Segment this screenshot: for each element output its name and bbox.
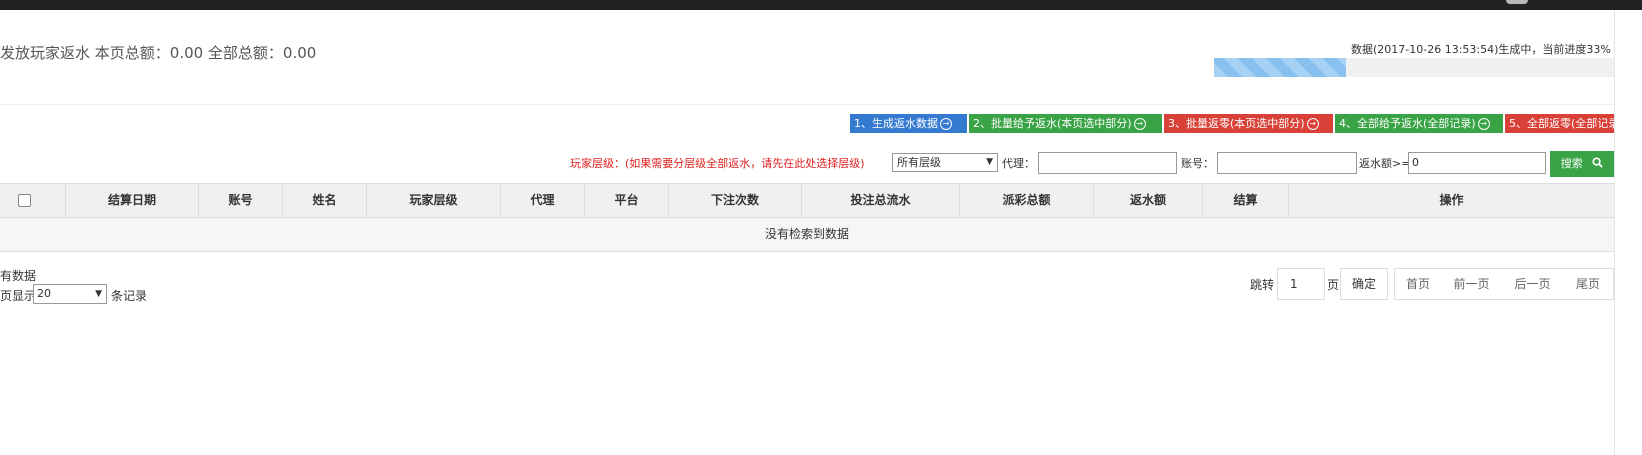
- per-page-select[interactable]: 20 ▼: [33, 284, 107, 304]
- last-page-button[interactable]: 尾页: [1563, 268, 1614, 300]
- col-name[interactable]: 姓名: [283, 184, 367, 217]
- account-input[interactable]: [1217, 152, 1357, 174]
- generate-rebate-label: 1、生成返水数据: [854, 117, 938, 130]
- divider: [0, 104, 1614, 105]
- col-agent[interactable]: 代理: [501, 184, 585, 217]
- progress-status-text: 数据(2017-10-26 13:53:54)生成中，当前进度33%: [1351, 43, 1611, 56]
- col-account[interactable]: 账号: [199, 184, 283, 217]
- arrow-circle-right-icon: →: [1477, 118, 1490, 130]
- batch-give-rebate-button[interactable]: 2、批量给予返水(本页选中部分) →: [969, 114, 1162, 133]
- arrow-circle-right-icon: →: [1133, 118, 1146, 130]
- search-button-label: 搜索: [1560, 157, 1583, 170]
- col-bet-count[interactable]: 下注次数: [669, 184, 802, 217]
- arrow-circle-right-icon: →: [1306, 118, 1319, 130]
- prev-page-button[interactable]: 前一页: [1441, 268, 1503, 300]
- top-navbar: [0, 0, 1642, 10]
- zero-all-rebate-button[interactable]: 5、全部返零(全部记录)→: [1505, 114, 1614, 133]
- caret-down-icon: ▼: [986, 157, 993, 167]
- jump-confirm-button[interactable]: 确定: [1340, 268, 1388, 300]
- table-empty-row: 没有检索到数据: [0, 218, 1614, 252]
- col-platform[interactable]: 平台: [585, 184, 669, 217]
- rebate-min-input[interactable]: 0: [1408, 152, 1546, 174]
- rebate-min-label: 返水额>=: [1359, 157, 1411, 170]
- col-payout-total[interactable]: 派彩总额: [960, 184, 1094, 217]
- player-level-label: 玩家层级：(如果需要分层级全部返水，请先在此处选择层级): [570, 157, 865, 170]
- jump-page-input[interactable]: 1: [1277, 268, 1325, 300]
- zero-all-rebate-label: 5、全部返零(全部记录): [1509, 117, 1614, 130]
- col-settlement[interactable]: 结算: [1203, 184, 1289, 217]
- scroll-gutter: [1614, 10, 1642, 455]
- caret-down-icon: ▼: [95, 289, 102, 299]
- col-rebate-amount[interactable]: 返水额: [1094, 184, 1203, 217]
- generate-rebate-button[interactable]: 1、生成返水数据 →: [850, 114, 967, 133]
- search-button[interactable]: 搜索: [1550, 151, 1614, 177]
- batch-zero-rebate-label: 3、批量返零(本页选中部分): [1168, 117, 1305, 130]
- jump-unit: 页: [1327, 278, 1340, 292]
- progress-bar-fill: [1214, 58, 1346, 77]
- player-level-select[interactable]: 所有层级 ▼: [892, 153, 998, 172]
- first-page-button[interactable]: 首页: [1394, 268, 1442, 300]
- agent-input[interactable]: [1038, 152, 1177, 174]
- jump-label: 跳转: [1250, 278, 1275, 292]
- per-page-value: 20: [37, 287, 51, 300]
- page-title: 发放玩家返水 本页总额：0.00 全部总额：0.00: [0, 44, 317, 62]
- col-actions: 操作: [1439, 193, 1464, 207]
- record-info: 有数据: [0, 269, 37, 283]
- player-level-value: 所有层级: [897, 156, 941, 169]
- select-all-checkbox[interactable]: [18, 194, 31, 207]
- give-all-rebate-label: 4、全部给予返水(全部记录): [1339, 117, 1476, 130]
- avatar[interactable]: [1506, 0, 1528, 4]
- col-settle-date[interactable]: 结算日期: [66, 184, 199, 217]
- agent-label: 代理：: [1002, 157, 1035, 170]
- col-bet-turnover[interactable]: 投注总流水: [802, 184, 960, 217]
- search-icon: [1592, 157, 1603, 168]
- table-header: 结算日期 账号 姓名 玩家层级 代理 平台 下注次数 投注总流水 派彩总额 返水…: [0, 183, 1614, 218]
- per-page-suffix: 条记录: [111, 289, 148, 303]
- col-player-level[interactable]: 玩家层级: [367, 184, 501, 217]
- progress-bar: [1214, 58, 1614, 77]
- per-page-prefix: 页显示: [0, 289, 37, 303]
- select-all-cell: [0, 184, 66, 217]
- account-label: 账号：: [1181, 157, 1214, 170]
- arrow-circle-right-icon: →: [940, 118, 952, 130]
- batch-zero-rebate-button[interactable]: 3、批量返零(本页选中部分) →: [1164, 114, 1333, 133]
- next-page-button[interactable]: 后一页: [1502, 268, 1564, 300]
- batch-give-rebate-label: 2、批量给予返水(本页选中部分): [973, 117, 1132, 130]
- give-all-rebate-button[interactable]: 4、全部给予返水(全部记录) →: [1335, 114, 1503, 133]
